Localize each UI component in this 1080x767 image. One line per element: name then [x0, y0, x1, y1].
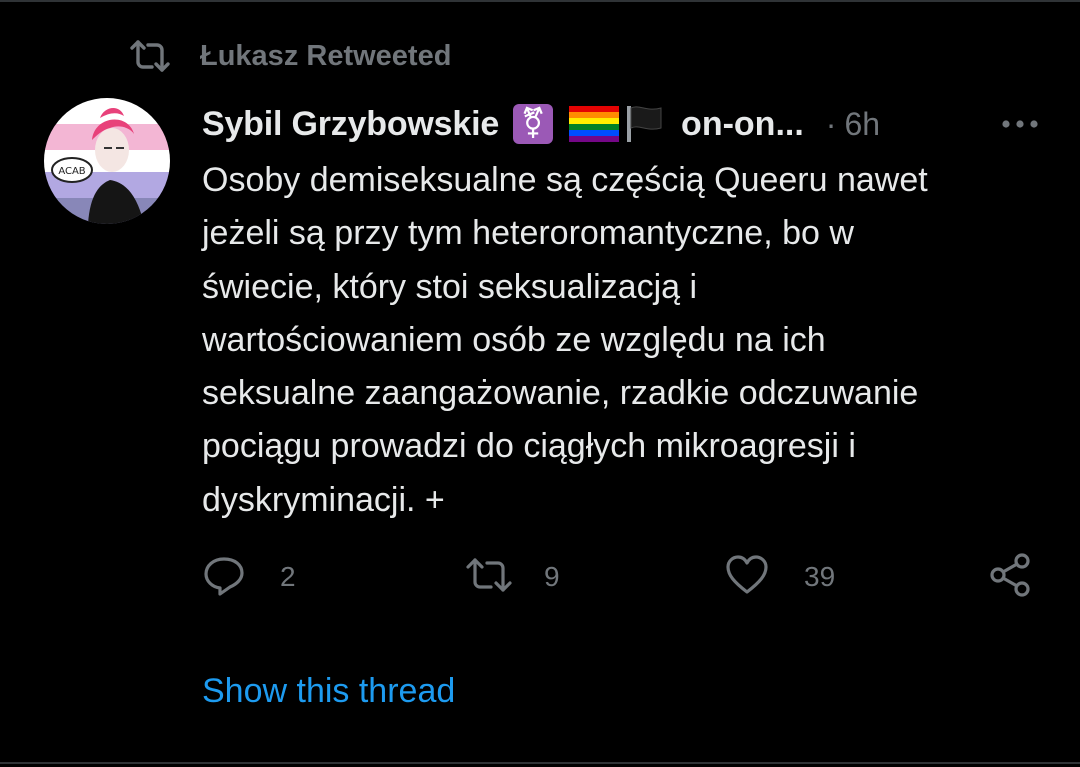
tweet-text-line: Osoby demiseksualne są częścią Queeru na… — [202, 161, 928, 199]
author-name-truncated[interactable]: on-on... — [681, 105, 804, 144]
retweeted-by-row: Łukasz Retweeted — [128, 36, 451, 76]
black-flag-icon — [623, 104, 665, 144]
reply-icon — [202, 553, 246, 602]
share-button[interactable] — [988, 552, 1034, 602]
tweet-text-line: dyskryminacji. + — [202, 480, 445, 519]
tweet-text-line: jeżeli są przy tym heteroromantyczne, bo… — [202, 214, 854, 253]
tweet-text-line: seksualne zaangażowanie, rzadkie odczuwa… — [202, 374, 919, 413]
tweet-timestamp[interactable]: 6h — [844, 106, 880, 143]
author-name[interactable]: Sybil Grzybowskie — [202, 105, 499, 144]
more-dots-icon[interactable] — [998, 104, 1042, 144]
tweet-header: Sybil Grzybowskie ⚧ on-on... · 6h — [202, 100, 1042, 148]
tweet-actions: 2 9 39 — [202, 552, 1042, 602]
retweet-button[interactable]: 9 — [464, 552, 560, 602]
reply-count: 2 — [280, 561, 296, 592]
top-divider — [0, 0, 1080, 2]
like-button[interactable]: 39 — [724, 552, 835, 602]
rainbow-flag-icon — [569, 106, 620, 142]
avatar[interactable]: ACAB — [44, 98, 170, 224]
tweet-text-line: wartościowaniem osób ze względu na ich — [202, 320, 826, 359]
transgender-symbol-icon: ⚧ — [513, 104, 554, 144]
share-icon — [988, 552, 1034, 603]
retweeted-by-label[interactable]: Łukasz Retweeted — [200, 40, 451, 73]
reply-button[interactable]: 2 — [202, 552, 296, 602]
separator-dot: · — [825, 105, 837, 142]
retweet-icon — [128, 36, 172, 76]
tweet-text-line: pociągu prowadzi do ciągłych mikroagresj… — [202, 427, 856, 466]
svg-text:ACAB: ACAB — [58, 166, 85, 177]
retweet-icon — [464, 555, 514, 600]
bottom-divider — [0, 762, 1080, 764]
tweet-text-line: świecie, który stoi seksualizacją i — [202, 267, 698, 306]
show-thread-link[interactable]: Show this thread — [202, 672, 455, 711]
heart-icon — [724, 554, 770, 601]
like-count: 39 — [804, 561, 836, 592]
tweet-text: Osoby demiseksualne są częścią Queeru na… — [202, 154, 1052, 527]
retweet-count: 9 — [544, 561, 560, 592]
